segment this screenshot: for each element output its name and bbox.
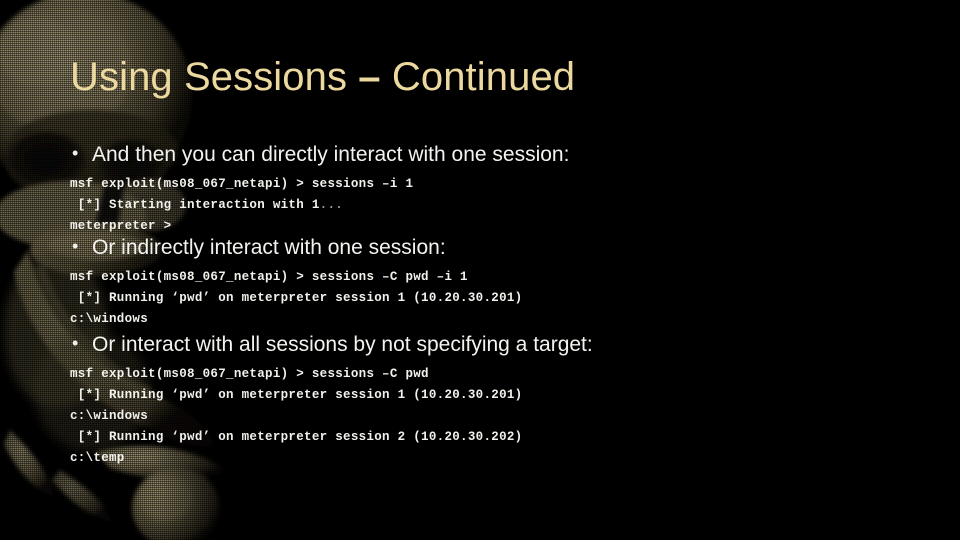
presentation-slide: Using Sessions – Continued And then you … — [0, 0, 960, 540]
terminal-line-text: [*] Starting interaction with 1 — [70, 198, 320, 212]
terminal-line: msf exploit(ms08_067_netapi) > sessions … — [70, 270, 468, 284]
terminal-line: [*] Starting interaction with 1... — [70, 195, 930, 216]
terminal-line: [*] Running ‘pwd’ on meterpreter session… — [70, 430, 523, 444]
bullet-heading: Or indirectly interact with one session: — [70, 234, 930, 260]
slide-content: Using Sessions – Continued And then you … — [0, 0, 960, 540]
content-block-1: And then you can directly interact with … — [70, 141, 930, 237]
content-block-2: Or indirectly interact with one session:… — [70, 234, 930, 330]
terminal-line: msf exploit(ms08_067_netapi) > sessions … — [70, 177, 414, 191]
bullet-heading: Or interact with all sessions by not spe… — [70, 331, 930, 357]
page-title-dash: – — [358, 55, 381, 99]
bullet-heading: And then you can directly interact with … — [70, 141, 930, 167]
terminal-line-ellipsis: ... — [319, 198, 344, 212]
terminal-line: c:\windows — [70, 312, 149, 326]
terminal-line: [*] Running ‘pwd’ on meterpreter session… — [70, 388, 523, 402]
content-block-3: Or interact with all sessions by not spe… — [70, 331, 930, 469]
page-title-main: Using Sessions — [70, 55, 359, 99]
page-title: Using Sessions – Continued — [70, 55, 910, 99]
terminal-line: msf exploit(ms08_067_netapi) > sessions … — [70, 367, 429, 381]
terminal-prompt: meterpreter > — [70, 219, 172, 233]
terminal-line: c:\temp — [70, 451, 125, 465]
terminal-line: c:\windows — [70, 409, 149, 423]
page-title-tail: Continued — [380, 55, 576, 99]
terminal-line: [*] Running ‘pwd’ on meterpreter session… — [70, 291, 523, 305]
